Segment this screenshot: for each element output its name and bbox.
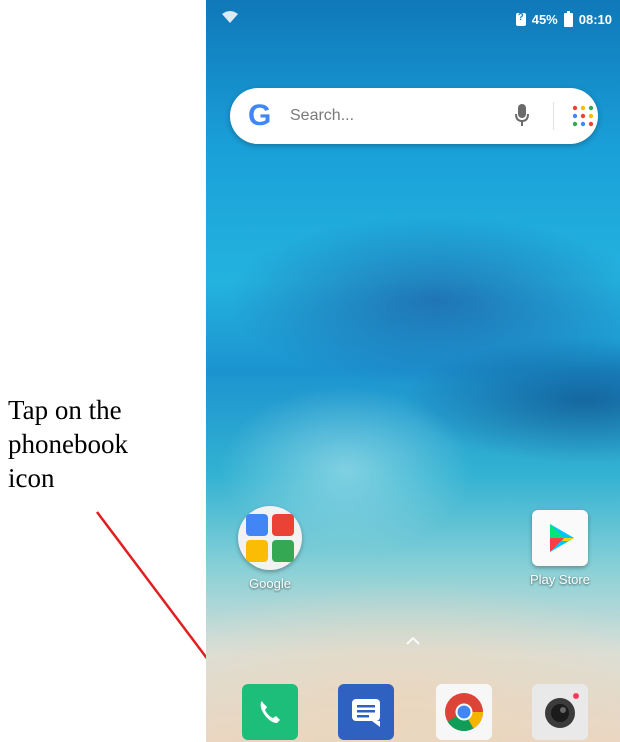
instruction-line-2: phonebook <box>8 429 128 459</box>
wifi-icon <box>222 11 238 23</box>
google-folder[interactable]: Google <box>222 506 318 591</box>
google-g-logo: G <box>248 99 272 132</box>
status-indicators: 45% 08:10 <box>515 10 612 27</box>
app-grid-icon[interactable] <box>571 104 595 128</box>
phone-app-icon[interactable] <box>242 684 298 740</box>
camera-lens-icon <box>545 693 579 728</box>
sim-alert-icon <box>515 12 526 26</box>
message-bubble-icon <box>352 699 380 727</box>
phone-home-screen: 45% 08:10 G Search... Google <box>206 0 620 742</box>
play-store-label: Play Store <box>530 572 590 587</box>
play-store-icon[interactable] <box>532 510 588 566</box>
google-folder-icon[interactable] <box>238 506 302 570</box>
battery-icon <box>563 10 573 27</box>
search-divider <box>553 102 554 130</box>
instruction-line-1: Tap on the <box>8 395 122 425</box>
chrome-app-icon[interactable] <box>436 684 492 740</box>
search-placeholder[interactable]: Search... <box>290 107 354 125</box>
google-search-bar[interactable]: G Search... <box>230 88 598 144</box>
play-store-app[interactable]: Play Store <box>512 506 608 587</box>
mic-icon[interactable] <box>515 103 529 127</box>
battery-percent: 45% <box>531 12 558 27</box>
google-folder-label: Google <box>249 576 291 591</box>
status-bar: 45% 08:10 <box>206 0 620 40</box>
camera-app-icon[interactable] <box>532 684 588 740</box>
chrome-logo-icon <box>445 693 484 732</box>
instruction-line-3: icon <box>8 463 55 493</box>
phone-handset-icon <box>260 701 280 723</box>
instruction-text: Tap on the phonebook icon <box>8 393 198 495</box>
chevron-up-icon[interactable] <box>406 637 420 645</box>
clock: 08:10 <box>578 12 612 27</box>
messages-app-icon[interactable] <box>338 684 394 740</box>
